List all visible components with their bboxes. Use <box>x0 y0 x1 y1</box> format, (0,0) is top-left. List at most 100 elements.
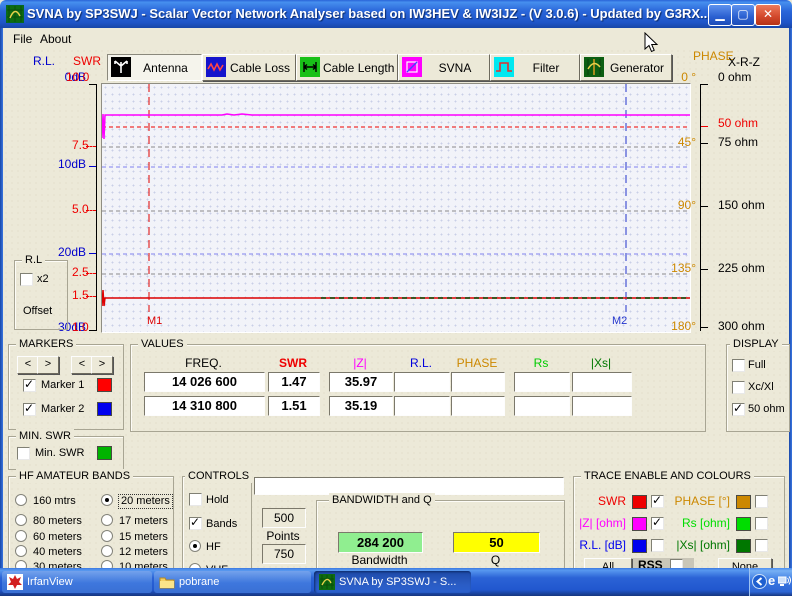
points-bottom-box[interactable]: 750 <box>262 544 306 564</box>
display-xcxl-checkbox[interactable] <box>732 381 745 394</box>
trace-xs-checkbox[interactable] <box>755 539 768 552</box>
band-15m-radio[interactable] <box>101 530 113 542</box>
display-group: DISPLAY Full Xc/Xl 50 ohm <box>726 344 790 432</box>
band-20m-radio[interactable] <box>101 494 113 506</box>
tab-antenna[interactable]: Antenna <box>107 54 202 81</box>
titlebar[interactable]: SVNA by SP3SWJ - Scalar Vector Network A… <box>0 0 792 28</box>
cable-loss-icon <box>206 57 226 77</box>
trace-rs-checkbox[interactable] <box>755 517 768 530</box>
rl-tick-20db: 20dB <box>50 246 86 259</box>
band-40m-radio[interactable] <box>15 545 27 557</box>
taskbar-item-label: pobrane <box>179 576 219 588</box>
tray-display-icon[interactable] <box>778 576 791 588</box>
marker1-label: M1 <box>147 315 162 328</box>
offset-label: Offset <box>23 305 52 318</box>
z-value-m1: 35.97 <box>329 372 393 392</box>
marker1-color-swatch[interactable] <box>97 378 112 392</box>
freq-value-m2: 14 310 800 <box>144 396 265 416</box>
tab-cable-length[interactable]: Cable Length <box>296 54 398 81</box>
tab-svna-label: SVNA <box>425 61 485 75</box>
tab-cable-loss-label: Cable Loss <box>229 61 291 75</box>
q-label: Q <box>453 554 538 567</box>
marker1-right-button[interactable]: > <box>37 356 59 374</box>
band-160m-radio[interactable] <box>15 494 27 506</box>
trace-phase-checkbox[interactable] <box>755 495 768 508</box>
phase-value-m2 <box>451 396 505 416</box>
ohm-tick-0: 0 ohm <box>718 71 751 84</box>
display-full-checkbox[interactable] <box>732 359 745 372</box>
hf-radio[interactable] <box>189 540 201 552</box>
min-swr-checkbox[interactable] <box>17 447 30 460</box>
tab-cable-loss[interactable]: Cable Loss <box>202 54 296 81</box>
right-axis-line <box>700 84 701 331</box>
tab-filter[interactable]: Filter <box>490 54 580 81</box>
x2-label: x2 <box>37 273 49 286</box>
close-button[interactable]: ✕ <box>755 4 781 26</box>
rl-tick-10db: 10dB <box>50 158 86 171</box>
trace-rs-swatch[interactable] <box>736 517 751 531</box>
trace-swr-checkbox[interactable] <box>651 495 664 508</box>
tray-e-icon[interactable]: e <box>768 573 775 588</box>
trace-xs-swatch[interactable] <box>736 539 751 553</box>
band-12m-radio[interactable] <box>101 545 113 557</box>
band-17m-label: 17 meters <box>119 515 168 528</box>
taskbar-item-svna[interactable]: SVNA by SP3SWJ - S... <box>314 571 471 593</box>
swr-tick-75: 7.5 <box>72 139 89 152</box>
hold-label: Hold <box>206 494 229 507</box>
sweep-plot[interactable]: M1 M2 <box>101 83 691 333</box>
hold-checkbox[interactable] <box>189 493 202 506</box>
marker2-checkbox[interactable] <box>23 403 36 416</box>
col-header-swr: SWR <box>268 357 318 370</box>
svna-taskbar-icon <box>319 574 335 590</box>
display-50ohm-checkbox[interactable] <box>732 403 745 416</box>
swr-tick-50: 5.0 <box>72 203 89 216</box>
min-swr-color-swatch[interactable] <box>97 446 112 460</box>
trace-z-swatch[interactable] <box>632 517 647 531</box>
menu-file[interactable]: File <box>9 31 36 47</box>
phase-tick-180: 180° <box>664 320 696 333</box>
tab-generator[interactable]: Generator <box>580 54 672 81</box>
swr-tick-10b: 1.0 <box>72 321 89 334</box>
svna-icon <box>402 57 422 77</box>
marker1-checkbox[interactable] <box>23 379 36 392</box>
tab-svna[interactable]: SVNA <box>398 54 490 81</box>
trace-rl-label: R.L. [dB] <box>574 539 626 552</box>
band-160m-label: 160 mtrs <box>33 495 76 508</box>
axis-tick <box>89 330 96 331</box>
trace-phase-swatch[interactable] <box>736 495 751 509</box>
points-top-box[interactable]: 500 <box>262 508 306 528</box>
taskbar-item-pobrane[interactable]: pobrane <box>154 571 311 593</box>
band-17m-radio[interactable] <box>101 514 113 526</box>
band-80m-radio[interactable] <box>15 514 27 526</box>
axis-tick <box>701 126 708 127</box>
band-60m-radio[interactable] <box>15 530 27 542</box>
bands-checkbox[interactable] <box>189 517 202 530</box>
marker1-left-button[interactable]: < <box>17 356 39 374</box>
ohm-tick-300: 300 ohm <box>718 320 765 333</box>
marker2-right-button[interactable]: > <box>91 356 113 374</box>
taskbar-item-irfanview[interactable]: IrfanView <box>2 571 152 593</box>
band-20m-label: 20 meters <box>119 495 172 508</box>
trace-rl-checkbox[interactable] <box>651 539 664 552</box>
swr-value-m2: 1.51 <box>268 396 320 416</box>
xrz-axis-title: X-R-Z <box>728 56 760 69</box>
minimize-button[interactable]: ▁ <box>708 4 732 26</box>
q-value: 50 <box>453 532 540 553</box>
tray-collapse-icon[interactable] <box>752 574 767 589</box>
trace-rl-swatch[interactable] <box>632 539 647 553</box>
trace-rs-label: Rs [ohm] <box>670 517 730 530</box>
trace-z-checkbox[interactable] <box>651 517 664 530</box>
marker2-left-button[interactable]: < <box>71 356 93 374</box>
rl-offset-caption: R.L <box>22 253 45 267</box>
rl-offset-group: R.L x2 Offset <box>14 260 68 330</box>
bands-label: Bands <box>206 518 237 531</box>
marker2-color-swatch[interactable] <box>97 402 112 416</box>
plot-traces <box>102 84 690 332</box>
menu-about[interactable]: About <box>36 31 75 47</box>
x2-checkbox[interactable] <box>20 273 33 286</box>
trace-swr-swatch[interactable] <box>632 495 647 509</box>
generator-icon <box>584 57 604 77</box>
ohm-tick-50: 50 ohm <box>718 117 758 130</box>
min-swr-caption: MIN. SWR <box>16 429 74 443</box>
maximize-button[interactable]: ▢ <box>731 4 755 26</box>
